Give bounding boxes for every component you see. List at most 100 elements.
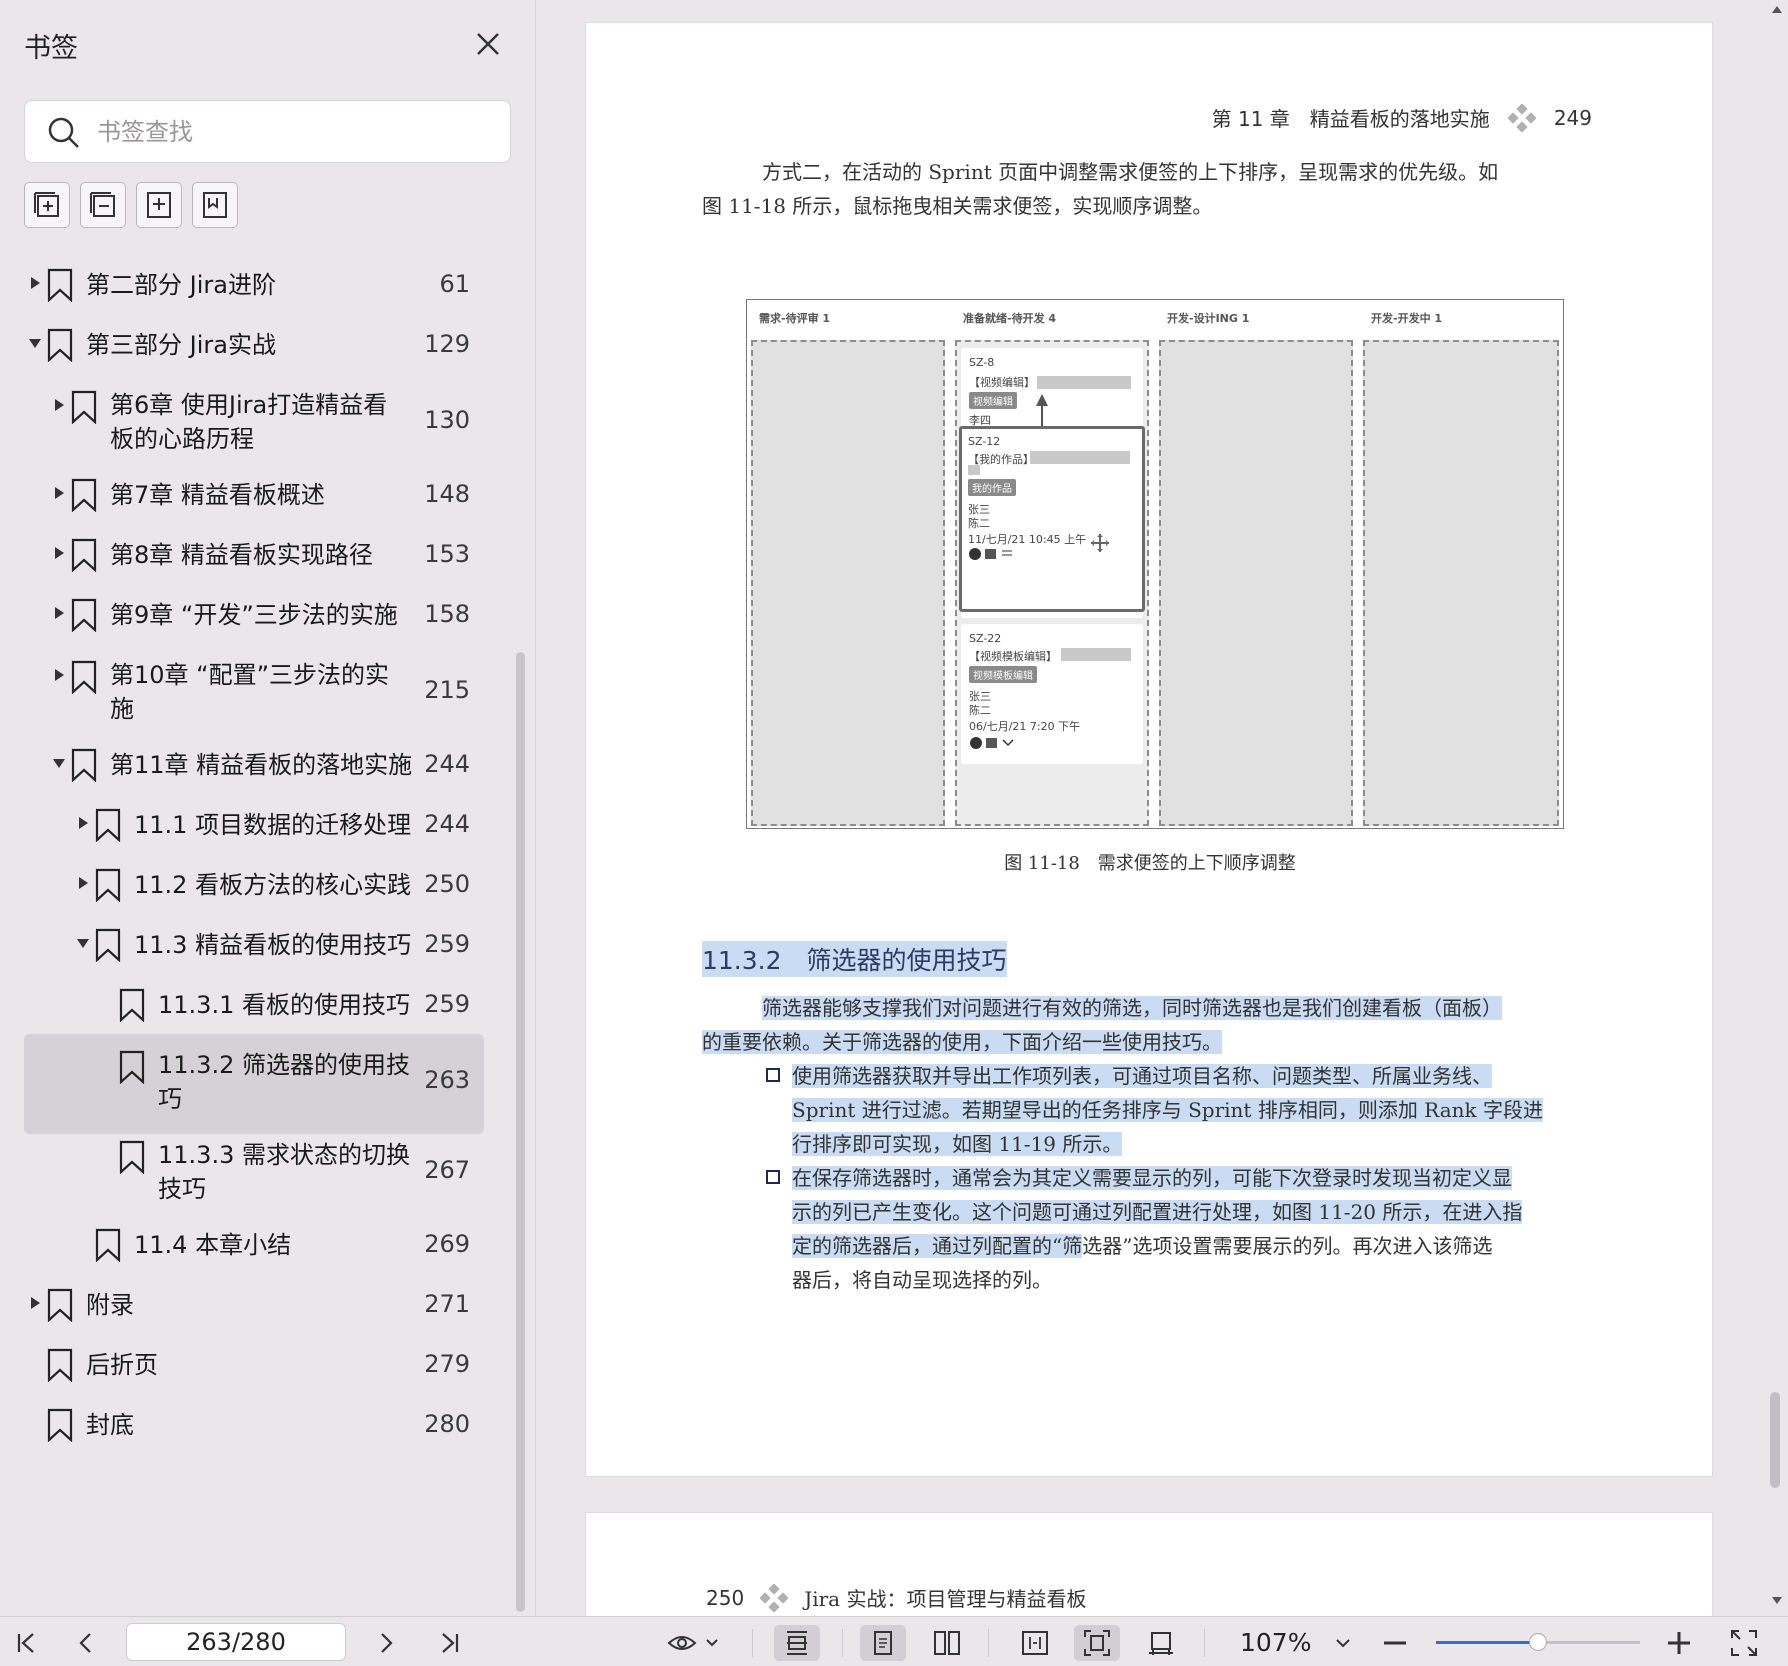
bookmark-page-number: 269: [424, 1230, 470, 1258]
bookmark-page-number: 267: [424, 1156, 470, 1184]
bookmark-item[interactable]: 11.3 精益看板的使用技巧 259: [24, 914, 484, 982]
zoom-in-icon[interactable]: [1664, 1625, 1694, 1661]
bookmark-page-number: 129: [424, 330, 470, 358]
rotate-page-icon[interactable]: [1138, 1625, 1184, 1661]
collapsed-arrow-icon[interactable]: [76, 816, 90, 830]
bookmark-sidebar: 书签 第二部分 Jira进阶 61 第三部分 Jira实战 129 第6章 使用Jira…: [0, 0, 536, 1616]
selected-text[interactable]: 定的筛选器后，通过列配置的“筛: [792, 1234, 1083, 1258]
pdf-page: 250 Jira 实战：项目管理与精益看板: [585, 1512, 1713, 1616]
fullscreen-icon[interactable]: [1726, 1625, 1762, 1661]
expanded-arrow-icon[interactable]: [76, 936, 90, 950]
fit-width-icon[interactable]: [1012, 1625, 1058, 1661]
document-scrollbar-thumb[interactable]: [1770, 1392, 1780, 1488]
collapsed-arrow-icon[interactable]: [28, 1296, 42, 1310]
bookmark-page-number: 158: [424, 600, 470, 628]
zoom-dropdown-icon[interactable]: [1330, 1625, 1356, 1661]
collapsed-arrow-icon[interactable]: [52, 668, 66, 682]
bookmark-item[interactable]: 第二部分 Jira进阶 61: [24, 254, 484, 322]
ornament-icon: [760, 1583, 789, 1612]
intro-line-2: 图 11-18 所示，鼠标拖曳相关需求便签，实现顺序调整。: [702, 194, 1213, 218]
two-page-icon[interactable]: [924, 1625, 970, 1661]
close-icon[interactable]: [470, 26, 506, 62]
expanded-arrow-icon[interactable]: [52, 756, 66, 770]
kanban-card-dragged: SZ-12 【我的作品】 我的作品 张三 陈二 11/七月/21 10:45 上…: [959, 426, 1145, 612]
expanded-arrow-icon[interactable]: [28, 336, 42, 350]
bookmark-icon: [47, 1348, 73, 1382]
bookmark-item[interactable]: 后折页 279: [24, 1334, 484, 1402]
bookmark-item[interactable]: 第7章 精益看板概述 148: [24, 464, 484, 532]
bookmark-item[interactable]: 第9章 “开发”三步法的实施 158: [24, 584, 484, 652]
collapsed-arrow-icon[interactable]: [52, 606, 66, 620]
sidebar-scrollbar[interactable]: [516, 652, 525, 1612]
section-title: 11.3.2 筛选器的使用技巧: [702, 941, 1007, 977]
fit-page-icon[interactable]: [1074, 1625, 1120, 1661]
bookmark-item[interactable]: 第6章 使用Jira打造精益看 板的心路历程 130: [24, 374, 484, 474]
bookmark-label: 11.3 精益看板的使用技巧: [134, 931, 412, 959]
bookmark-item[interactable]: 11.3.1 看板的使用技巧 259: [24, 974, 484, 1042]
bookmark-icon: [119, 1140, 145, 1174]
scroll-down-icon[interactable]: [1771, 1596, 1783, 1606]
bookmark-icon: [71, 478, 97, 512]
selected-text[interactable]: 在保存筛选器时，通常会为其定义需要显示的列，可能下次登录时发现当初定义显: [792, 1166, 1512, 1190]
bookmark-page-number: 61: [439, 270, 470, 298]
bookmark-page-number: 250: [424, 870, 470, 898]
selected-text[interactable]: 行排序即可实现，如图 11-19 所示。: [792, 1132, 1123, 1156]
collapsed-arrow-icon[interactable]: [52, 486, 66, 500]
first-page-icon[interactable]: [8, 1625, 44, 1661]
bookmark-page-number: 280: [424, 1410, 470, 1438]
collapsed-arrow-icon[interactable]: [52, 546, 66, 560]
bullet-square-icon: [766, 1170, 780, 1184]
bookmark-item[interactable]: 第10章 “配置”三步法的实施 215: [24, 644, 484, 744]
bookmark-icon: [95, 1228, 121, 1262]
bookmark-item[interactable]: 11.4 本章小结 269: [24, 1214, 484, 1282]
bookmark-item[interactable]: 第8章 精益看板实现路径 153: [24, 524, 484, 592]
selected-text[interactable]: 使用筛选器获取并导出工作项列表，可通过项目名称、问题类型、所属业务线、: [792, 1064, 1492, 1088]
page-number-input[interactable]: 263/280: [126, 1623, 346, 1661]
bookmark-item[interactable]: 11.1 项目数据的迁移处理 244: [24, 794, 484, 862]
collapsed-arrow-icon[interactable]: [28, 276, 42, 290]
search-icon: [48, 117, 79, 148]
zoom-out-icon[interactable]: [1380, 1625, 1410, 1661]
collapsed-arrow-icon[interactable]: [52, 398, 66, 412]
bookmark-page-number: 130: [424, 406, 470, 434]
expand-all-button[interactable]: [24, 182, 70, 228]
bookmark-page-number: 153: [424, 540, 470, 568]
kanban-lane: SZ-8 【视频编辑】 视频编辑 李四 SZ-12 【我的作品】 我的作品 张三…: [955, 340, 1149, 826]
zoom-slider-knob[interactable]: [1529, 1633, 1547, 1651]
collapsed-arrow-icon[interactable]: [76, 876, 90, 890]
zoom-level[interactable]: 107%: [1240, 1625, 1311, 1661]
bookmark-item[interactable]: 11.3.3 需求状态的切换 技巧 267: [24, 1124, 484, 1224]
page-number: 250: [706, 1585, 745, 1610]
bookmark-search-input[interactable]: [97, 113, 487, 151]
document-scrollbar-track[interactable]: [1766, 0, 1788, 1616]
bookmark-label: 11.3.3 需求状态的切换 技巧: [158, 1141, 410, 1203]
bookmark-label: 封底: [86, 1411, 134, 1439]
previous-page-icon[interactable]: [68, 1625, 104, 1661]
bookmark-search-box[interactable]: [24, 100, 511, 163]
bookmark-item[interactable]: 11.3.2 筛选器的使用技巧 263: [24, 1034, 484, 1134]
bookmark-label: 第8章 精益看板实现路径: [110, 541, 373, 569]
zoom-slider[interactable]: [1436, 1633, 1640, 1651]
continuous-scroll-icon[interactable]: [774, 1625, 820, 1661]
selected-text[interactable]: 示的列已产生变化。这个问题可通过列配置进行处理，如图 11-20 所示，在进入指: [792, 1200, 1523, 1224]
bookmark-item[interactable]: 第三部分 Jira实战 129: [24, 314, 484, 382]
add-bookmark-button[interactable]: [136, 182, 182, 228]
next-page-icon[interactable]: [368, 1625, 404, 1661]
selected-text[interactable]: 筛选器能够支撑我们对问题进行有效的筛选，同时筛选器也是我们创建看板（面板）: [762, 996, 1502, 1020]
selected-text[interactable]: Sprint 进行过滤。若期望导出的任务排序与 Sprint 排序相同，则添加 …: [792, 1098, 1543, 1122]
last-page-icon[interactable]: [432, 1625, 468, 1661]
bookmark-page-button[interactable]: [192, 182, 238, 228]
collapse-all-button[interactable]: [80, 182, 126, 228]
view-mode-dropdown[interactable]: [662, 1625, 726, 1661]
move-icon: [1091, 534, 1109, 552]
bookmark-icon: [47, 1408, 73, 1442]
bookmark-item[interactable]: 第11章 精益看板的落地实施 244: [24, 734, 484, 802]
bookmark-page-number: 259: [424, 990, 470, 1018]
bookmark-item[interactable]: 附录 271: [24, 1274, 484, 1342]
bookmark-item[interactable]: 11.2 看板方法的核心实践 250: [24, 854, 484, 922]
bookmark-item[interactable]: 封底 280: [24, 1394, 484, 1462]
selected-text[interactable]: 的重要依赖。关于筛选器的使用，下面介绍一些使用技巧。: [702, 1030, 1222, 1054]
document-view: 第 11 章 精益看板的落地实施 249 方式二，在活动的 Sprint 页面中…: [537, 0, 1765, 1616]
single-page-icon[interactable]: [860, 1625, 906, 1661]
scroll-up-icon[interactable]: [1771, 4, 1783, 14]
